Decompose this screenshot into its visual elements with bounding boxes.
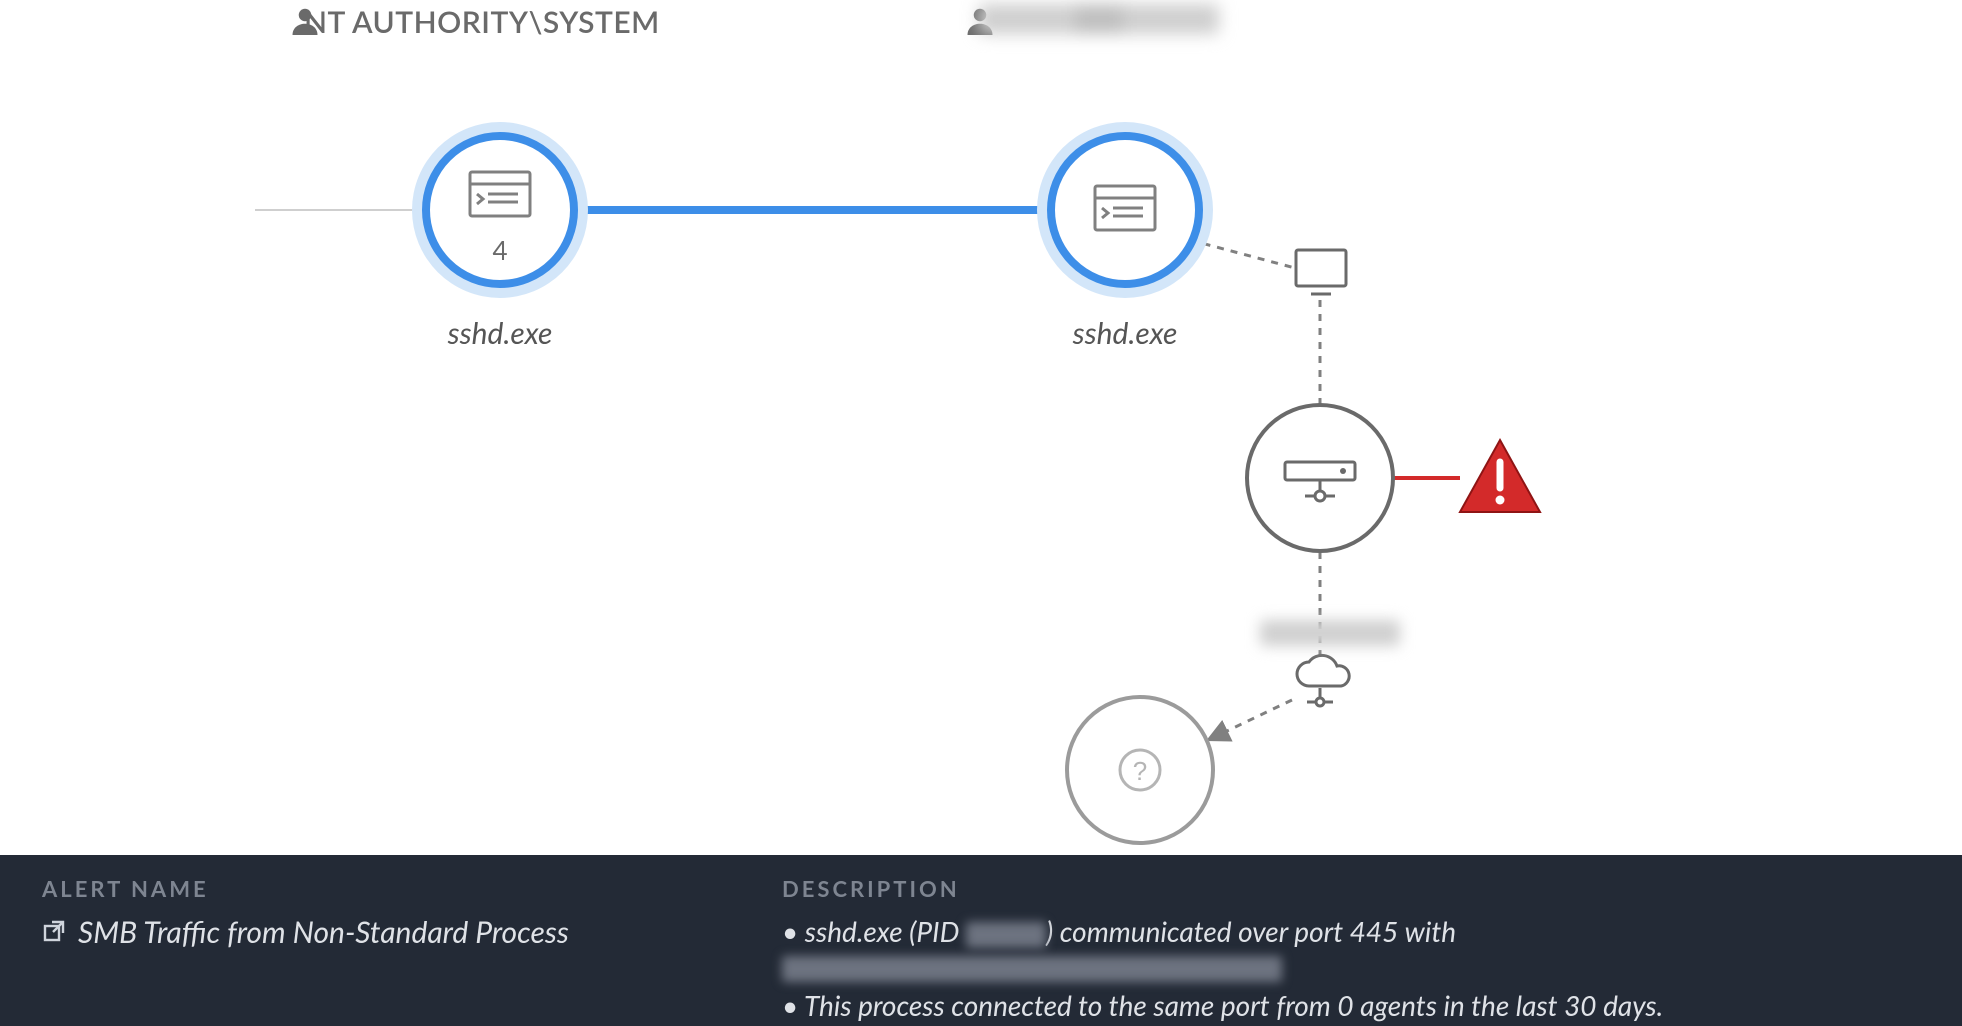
alert-section-header: ALERT NAME — [42, 875, 722, 902]
cloud-icon — [1297, 655, 1349, 706]
node-unknown: ? — [1067, 697, 1213, 843]
user-right-label-redacted — [979, 4, 1219, 34]
alert-panel: ALERT NAME SMB Traffic from Non-Standard… — [0, 855, 1962, 1026]
user-left-label: NT AUTHORITY\SYSTEM — [304, 4, 660, 40]
edge-cloud-unknown — [1208, 700, 1292, 740]
user-left: NT AUTHORITY\SYSTEM — [290, 4, 660, 40]
node-child-process — [1037, 122, 1213, 298]
monitor-icon — [1296, 250, 1346, 294]
user-right — [965, 4, 1219, 34]
alert-name-row[interactable]: SMB Traffic from Non-Standard Process — [42, 914, 722, 950]
alert-name: SMB Traffic from Non-Standard Process — [78, 914, 569, 950]
node-parent-label[interactable]: sshd.exe — [448, 315, 553, 351]
description-list: sshd.exe (PID ) communicated over port 4… — [782, 914, 1920, 1026]
description-line-1: sshd.exe (PID ) communicated over port 4… — [782, 914, 1920, 982]
external-link-icon — [42, 914, 66, 950]
pid-redacted — [966, 922, 1046, 948]
node-child-label[interactable]: sshd.exe — [1073, 315, 1178, 351]
host-redacted — [782, 956, 1282, 982]
process-graph: ? NT AUTHORITY\SYSTEM 4 sshd.exe sshd.ex… — [0, 0, 1962, 855]
node-parent-process — [412, 122, 588, 298]
alert-icon — [1460, 440, 1540, 512]
node-parent-count: 4 — [492, 234, 507, 266]
description-section-header: DESCRIPTION — [782, 875, 1920, 902]
description-line-2: This process connected to the same port … — [782, 988, 1920, 1022]
svg-text:?: ? — [1133, 756, 1147, 786]
cloud-host-redacted — [1260, 620, 1400, 646]
node-network — [1247, 405, 1393, 551]
